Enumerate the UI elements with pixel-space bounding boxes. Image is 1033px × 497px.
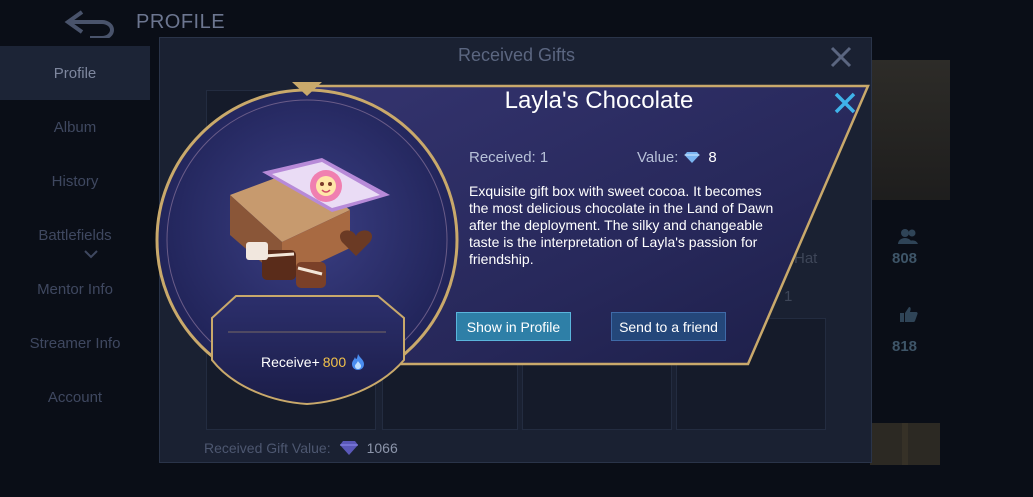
show-in-profile-button[interactable]: Show in Profile — [456, 312, 571, 341]
send-to-friend-button[interactable]: Send to a friend — [611, 312, 726, 341]
diamond-icon — [684, 152, 700, 163]
gift-detail-popup: Layla's Chocolate Received: 1 Value: 8 E… — [0, 0, 1033, 497]
gift-name: Layla's Chocolate — [504, 87, 694, 114]
chocolate-box-icon — [230, 158, 390, 288]
value-label: Value: — [637, 149, 679, 166]
close-icon[interactable] — [833, 91, 857, 115]
value-amount: 8 — [708, 149, 717, 166]
gift-value: Value: 8 — [637, 149, 717, 166]
receive-reward: Receive+ 800 — [261, 353, 367, 371]
gift-description: Exquisite gift box with sweet cocoa. It … — [469, 183, 774, 267]
received-count: Received: 1 — [469, 149, 549, 166]
receive-prefix: Receive+ — [261, 354, 320, 370]
receive-amount: 800 — [322, 354, 347, 370]
flame-icon — [352, 354, 365, 370]
